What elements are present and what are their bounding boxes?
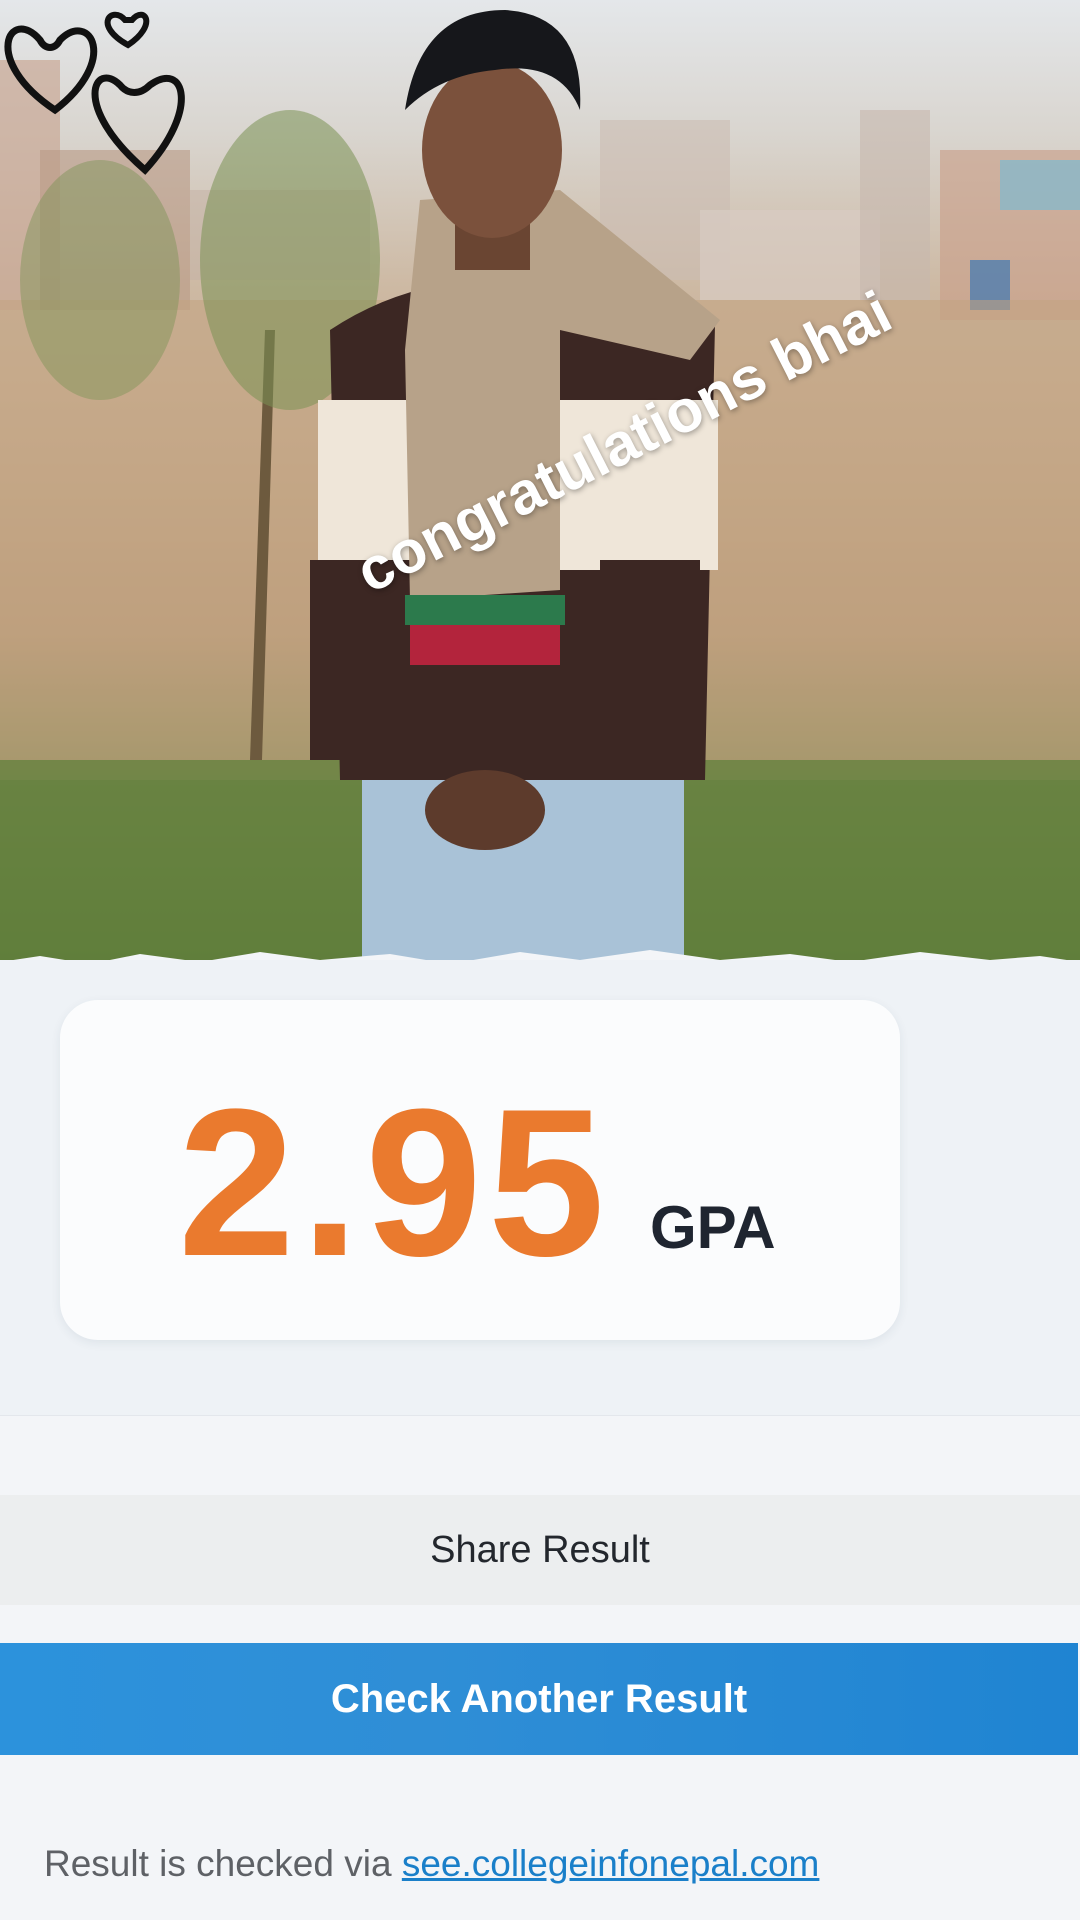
share-result-button[interactable]: Share Result bbox=[0, 1495, 1080, 1605]
footer-note: Result is checked via see.collegeinfonep… bbox=[44, 1843, 819, 1885]
footer-prefix: Result is checked via bbox=[44, 1843, 392, 1884]
hearts-doodle-icon bbox=[4, 11, 185, 175]
gpa-value: 2.95 bbox=[178, 1065, 611, 1300]
source-website-link[interactable]: see.collegeinfonepal.com bbox=[402, 1843, 820, 1884]
profile-photo: congratulations bhai bbox=[0, 0, 1080, 960]
check-another-result-button[interactable]: Check Another Result bbox=[0, 1643, 1078, 1755]
gpa-unit-label: GPA bbox=[650, 1194, 776, 1261]
